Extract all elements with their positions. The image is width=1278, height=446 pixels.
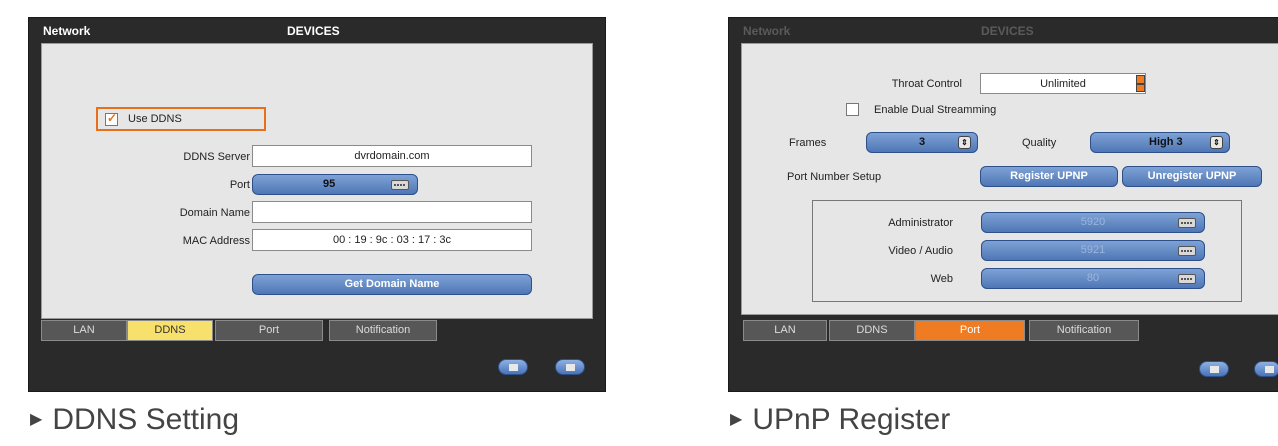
- arrow-up-icon: [509, 364, 518, 371]
- tab-ddns[interactable]: DDNS: [127, 320, 213, 341]
- web-port-value: 80: [1086, 272, 1100, 284]
- register-upnp-button[interactable]: Register UPNP: [980, 166, 1118, 187]
- administrator-port-label: Administrator: [888, 217, 953, 229]
- port-field[interactable]: 95: [252, 174, 418, 195]
- triangle-right-icon: ▶: [30, 411, 43, 428]
- page-title: DEVICES: [287, 24, 340, 38]
- upnp-dvr-window: Network DEVICES Throat Control Unlimited…: [728, 17, 1278, 392]
- keyboard-icon[interactable]: [1178, 274, 1196, 284]
- ddns-settings-panel: Use DDNS DDNS Server dvrdomain.com Port …: [41, 43, 593, 319]
- tab-lan[interactable]: LAN: [743, 320, 827, 341]
- dual-streaming-label: Enable Dual Streamming: [874, 104, 997, 116]
- triangle-right-icon: ▶: [730, 411, 743, 428]
- domain-name-field[interactable]: [252, 201, 532, 223]
- up-button[interactable]: [1199, 361, 1229, 377]
- ddns-screenshot: Network DEVICES Use DDNS DDNS Server dvr…: [28, 17, 606, 392]
- use-ddns-option[interactable]: Use DDNS: [96, 107, 266, 131]
- upnp-caption-text: UPnP Register: [752, 403, 951, 436]
- port-label: Port: [229, 179, 250, 191]
- ddns-dvr-window: Network DEVICES Use DDNS DDNS Server dvr…: [28, 17, 606, 392]
- upnp-tab-bar: LAN DDNS Port Notification: [743, 320, 1163, 341]
- stepper-icon[interactable]: ⇕: [958, 136, 971, 149]
- administrator-port-value: 5920: [1080, 216, 1106, 228]
- tab-lan[interactable]: LAN: [41, 320, 127, 341]
- exit-button[interactable]: [1254, 361, 1278, 377]
- web-port-label: Web: [930, 273, 953, 285]
- page-title: DEVICES: [981, 24, 1034, 38]
- ddns-caption: ▶ DDNS Setting: [30, 403, 239, 437]
- up-button[interactable]: [498, 359, 528, 375]
- arrow-up-icon: [1210, 366, 1219, 373]
- tab-notification[interactable]: Notification: [329, 320, 437, 341]
- ddns-server-label: DDNS Server: [183, 151, 250, 163]
- upnp-settings-panel: Throat Control Unlimited Enable Dual Str…: [741, 43, 1278, 315]
- upnp-screenshot: Network DEVICES Throat Control Unlimited…: [728, 17, 1278, 392]
- stepper-icon[interactable]: ⇕: [1210, 136, 1223, 149]
- exit-icon: [566, 364, 575, 371]
- throat-control-field[interactable]: Unlimited: [980, 73, 1146, 94]
- use-ddns-checkbox[interactable]: [105, 111, 118, 126]
- tab-notification[interactable]: Notification: [1029, 320, 1139, 341]
- video-audio-port-value: 5921: [1080, 244, 1106, 256]
- quality-value: High 3: [1149, 136, 1183, 148]
- menu-name: Network: [43, 24, 91, 38]
- video-audio-port-label: Video / Audio: [888, 245, 953, 257]
- domain-name-label: Domain Name: [179, 207, 250, 219]
- tab-port[interactable]: Port: [215, 320, 323, 341]
- dual-streaming-checkbox[interactable]: [846, 103, 859, 116]
- mac-address-field: 00 : 19 : 9c : 03 : 17 : 3c: [252, 229, 532, 251]
- administrator-port-field[interactable]: 5920: [981, 212, 1205, 233]
- frames-stepper[interactable]: 3 ⇕: [866, 132, 978, 153]
- video-audio-port-field[interactable]: 5921: [981, 240, 1205, 261]
- keyboard-icon[interactable]: [391, 180, 409, 190]
- port-value: 95: [323, 178, 336, 190]
- tab-ddns[interactable]: DDNS: [829, 320, 915, 341]
- use-ddns-label: Use DDNS: [128, 113, 182, 125]
- exit-icon: [1265, 366, 1274, 373]
- ddns-titlebar: Network DEVICES: [29, 18, 605, 42]
- frames-value: 3: [919, 136, 926, 148]
- keyboard-icon[interactable]: [1178, 218, 1196, 228]
- upnp-titlebar: Network DEVICES: [729, 18, 1278, 42]
- throat-control-slider-icon[interactable]: [1136, 75, 1145, 92]
- quality-stepper[interactable]: High 3 ⇕: [1090, 132, 1230, 153]
- exit-button[interactable]: [555, 359, 585, 375]
- get-domain-name-button[interactable]: Get Domain Name: [252, 274, 532, 295]
- throat-control-value: Unlimited: [1040, 78, 1086, 90]
- tab-port[interactable]: Port: [915, 320, 1025, 341]
- web-port-field[interactable]: 80: [981, 268, 1205, 289]
- port-number-setup-label: Port Number Setup: [787, 171, 882, 183]
- keyboard-icon[interactable]: [1178, 246, 1196, 256]
- upnp-caption: ▶ UPnP Register: [730, 403, 950, 437]
- throat-control-label: Throat Control: [891, 78, 962, 90]
- menu-name: Network: [743, 24, 791, 38]
- ddns-caption-text: DDNS Setting: [52, 403, 240, 436]
- port-number-group: Administrator 5920 Video / Audio 5921 We…: [812, 200, 1242, 302]
- quality-label: Quality: [1022, 137, 1057, 149]
- frames-label: Frames: [789, 137, 827, 149]
- ddns-server-field[interactable]: dvrdomain.com: [252, 145, 532, 167]
- ddns-tab-bar: LAN DDNS Port Notification: [41, 320, 461, 341]
- unregister-upnp-button[interactable]: Unregister UPNP: [1122, 166, 1262, 187]
- mac-address-label: MAC Address: [182, 235, 250, 247]
